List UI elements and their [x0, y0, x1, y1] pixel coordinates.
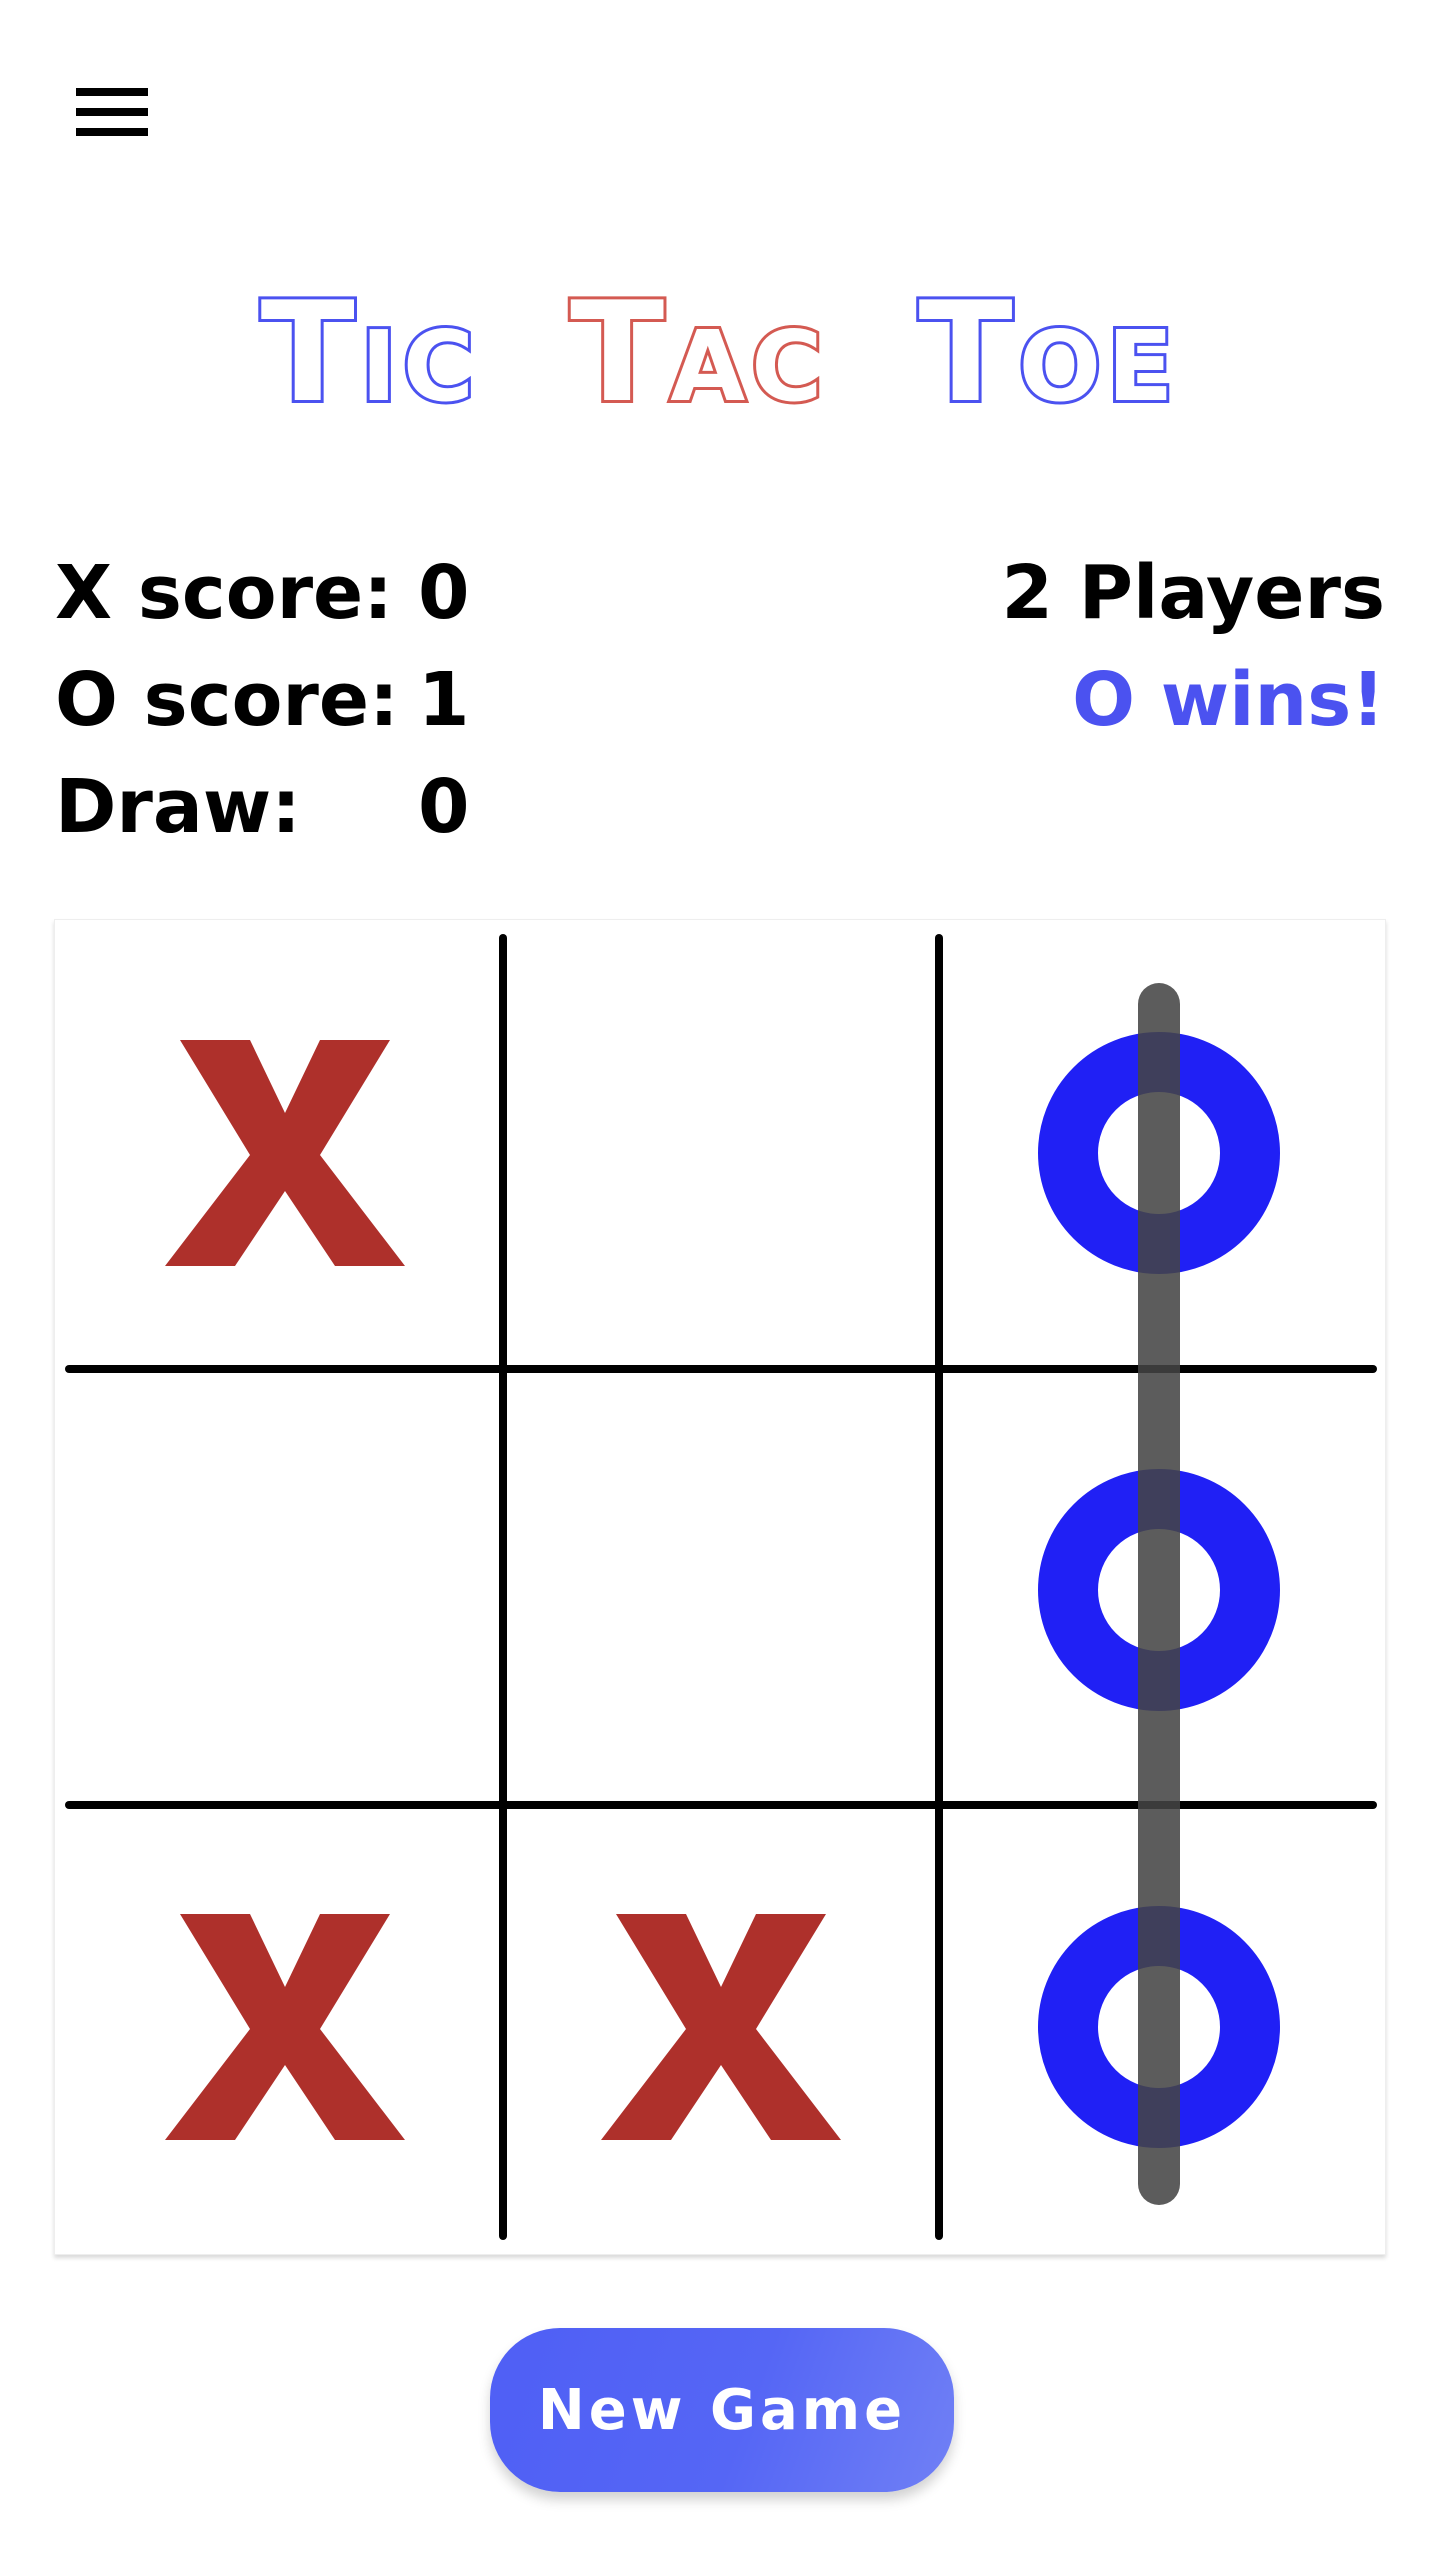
x-score-label: X score: — [55, 550, 393, 636]
o-score-value: 1 — [418, 657, 470, 743]
new-game-button[interactable]: New Game — [490, 2328, 954, 2492]
draw-score-row: Draw: 0 — [55, 754, 655, 861]
board-canvas — [55, 920, 1377, 2240]
x-score-value: 0 — [418, 550, 470, 636]
game-board — [54, 919, 1386, 2255]
game-status: 2 Players O wins! — [1002, 540, 1385, 754]
scoreboard: X score: 0 O score: 1 Draw: 0 — [55, 540, 655, 861]
title-word-toe: Toe — [916, 269, 1180, 436]
x-score-row: X score: 0 — [55, 540, 655, 647]
o-score-label: O score: — [55, 657, 399, 743]
o-score-row: O score: 1 — [55, 647, 655, 754]
player-mode[interactable]: 2 Players — [1002, 540, 1385, 647]
menu-bar — [76, 88, 148, 96]
draw-score-label: Draw: — [55, 764, 301, 850]
title-word-tic: Tic — [258, 269, 481, 436]
page-title: Tic Tac Toe — [0, 268, 1440, 438]
draw-score-value: 0 — [418, 764, 470, 850]
hamburger-menu-icon[interactable] — [76, 88, 148, 138]
title-word-tac: Tac — [567, 269, 829, 436]
menu-bar — [76, 128, 148, 136]
result-message: O wins! — [1072, 657, 1385, 743]
board-cell[interactable] — [499, 920, 943, 1365]
board-cell[interactable] — [499, 1365, 943, 1810]
board-cell[interactable] — [55, 1365, 499, 1810]
menu-bar — [76, 108, 148, 116]
